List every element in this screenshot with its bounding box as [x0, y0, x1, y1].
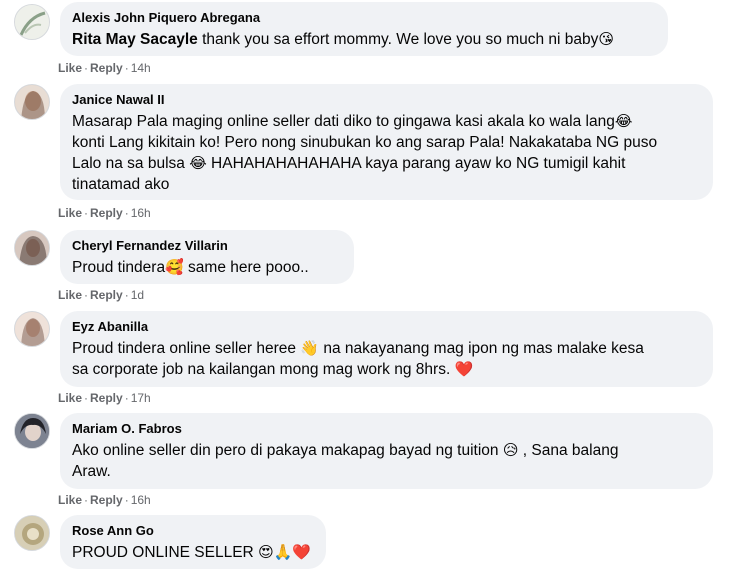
waving-hand-emoji-icon: 👋	[300, 340, 320, 357]
comment-timestamp[interactable]: 16h	[131, 493, 151, 507]
comment-author[interactable]: Mariam O. Fabros	[72, 421, 701, 437]
heart-eyes-pray-heart-emoji-icon: 😍🙏❤️	[258, 544, 312, 561]
like-button[interactable]: Like	[58, 391, 82, 405]
comment-bubble: Cheryl Fernandez Villarin Proud tindera🥰…	[60, 230, 354, 284]
comment-actions: Like · Reply · 1d	[58, 288, 145, 302]
comment-author[interactable]: Cheryl Fernandez Villarin	[72, 238, 342, 254]
comment-timestamp[interactable]: 16h	[131, 206, 151, 220]
reply-button[interactable]: Reply	[90, 288, 123, 302]
kiss-emoji-icon: 😘	[598, 31, 615, 48]
comment-author[interactable]: Alexis John Piquero Abregana	[72, 10, 656, 26]
avatar[interactable]	[14, 230, 50, 266]
avatar[interactable]	[14, 413, 50, 449]
comment-text: Ako online seller din pero di pakaya mak…	[72, 442, 619, 480]
like-button[interactable]: Like	[58, 206, 82, 220]
laughing-emoji-icon: 😂	[189, 155, 207, 172]
comment-text: Proud tindera online seller heree 👋 na n…	[72, 340, 644, 378]
like-button[interactable]: Like	[58, 288, 82, 302]
red-heart-emoji-icon: ❤️	[454, 361, 474, 378]
reply-button[interactable]: Reply	[90, 391, 123, 405]
comment-actions: Like · Reply · 16h	[58, 493, 151, 507]
comment-author[interactable]: Janice Nawal II	[72, 92, 701, 108]
comment-text: Rita May Sacayle thank you sa effort mom…	[72, 31, 615, 48]
mention-tag[interactable]: Rita May Sacayle	[72, 31, 198, 48]
comment-actions: Like · Reply · 17h	[58, 391, 151, 405]
comment-text: Proud tindera🥰 same here pooo..	[72, 259, 309, 276]
comment-author[interactable]: Rose Ann Go	[72, 523, 314, 539]
reply-button[interactable]: Reply	[90, 206, 123, 220]
comment-bubble: Mariam O. Fabros Ako online seller din p…	[60, 413, 713, 489]
comment-timestamp[interactable]: 14h	[131, 61, 151, 75]
avatar[interactable]	[14, 515, 50, 551]
like-button[interactable]: Like	[58, 61, 82, 75]
comment-text: Masarap Pala maging online seller dati d…	[72, 113, 658, 193]
reply-button[interactable]: Reply	[90, 493, 123, 507]
comment-text: PROUD ONLINE SELLER 😍🙏❤️	[72, 544, 312, 561]
laughing-emoji-icon: 😂	[614, 113, 633, 130]
sad-relieved-emoji-icon: 😥	[502, 442, 519, 459]
comment-timestamp[interactable]: 1d	[131, 288, 144, 302]
like-button[interactable]: Like	[58, 493, 82, 507]
avatar[interactable]	[14, 84, 50, 120]
comment-actions: Like · Reply · 16h	[58, 206, 151, 220]
reply-button[interactable]: Reply	[90, 61, 123, 75]
avatar[interactable]	[14, 4, 50, 40]
comment-bubble: Janice Nawal II Masarap Pala maging onli…	[60, 84, 713, 200]
avatar[interactable]	[14, 311, 50, 347]
comment-author[interactable]: Eyz Abanilla	[72, 319, 701, 335]
comment-bubble: Alexis John Piquero Abregana Rita May Sa…	[60, 2, 668, 56]
comment-actions: Like · Reply · 14h	[58, 61, 151, 75]
comment-timestamp[interactable]: 17h	[131, 391, 151, 405]
comment-bubble: Eyz Abanilla Proud tindera online seller…	[60, 311, 713, 387]
smiling-hearts-emoji-icon: 🥰	[165, 259, 184, 276]
comment-bubble: Rose Ann Go PROUD ONLINE SELLER 😍🙏❤️	[60, 515, 326, 569]
